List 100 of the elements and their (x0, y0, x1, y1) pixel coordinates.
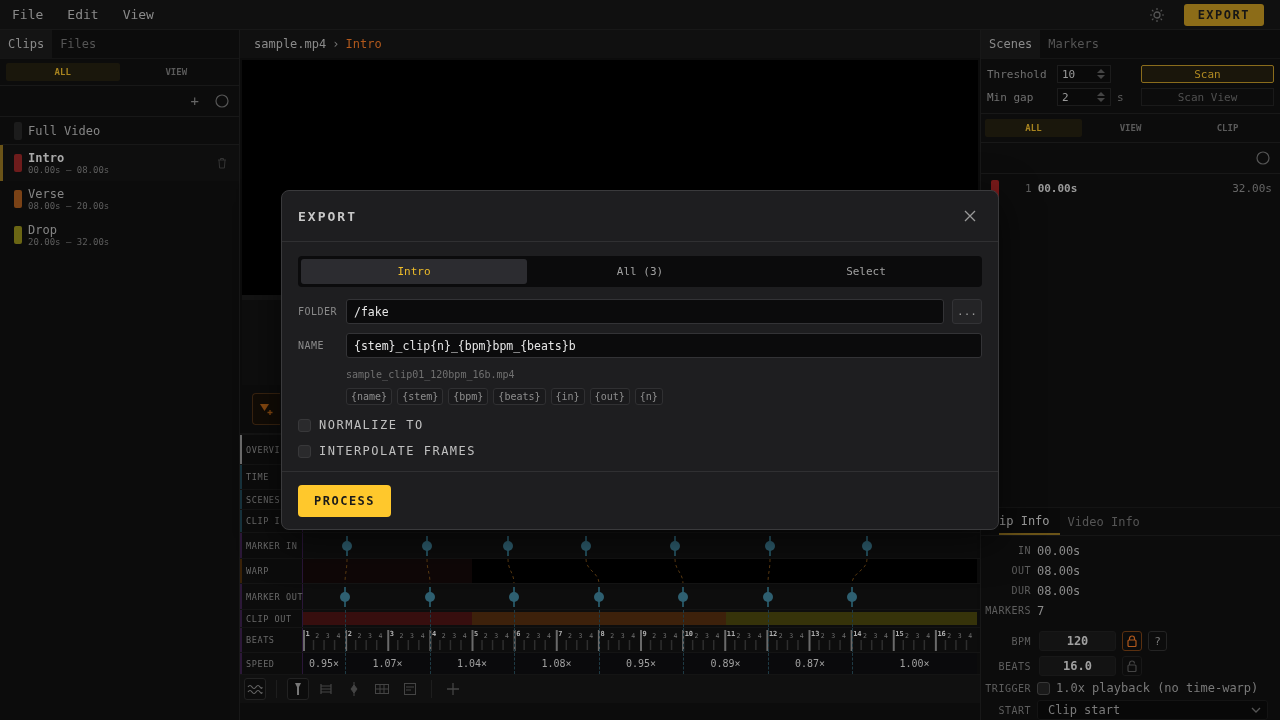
token-chip[interactable]: {in} (550, 388, 585, 405)
field-label: DUR (1010, 585, 1031, 596)
breadcrumb-current: Intro (345, 37, 382, 51)
marker-handle[interactable] (670, 535, 680, 557)
field-value: 08.00s (1037, 563, 1081, 578)
folder-field[interactable]: /fake (346, 299, 944, 324)
marker-handle[interactable] (862, 535, 872, 557)
marker-handle[interactable] (678, 586, 688, 608)
warp-line (507, 559, 515, 583)
checkbox[interactable] (298, 444, 311, 458)
clip-name: Full Video (28, 124, 102, 138)
brightness-icon[interactable] (1149, 7, 1164, 22)
marker-handle[interactable] (340, 586, 350, 608)
number-field[interactable]: 10 (1057, 65, 1111, 83)
checkbox[interactable] (1037, 681, 1050, 695)
token-chip[interactable]: {beats} (493, 388, 546, 405)
marker-handle[interactable] (847, 586, 857, 608)
filter-tab[interactable]: ALL (6, 63, 120, 81)
token-chip[interactable]: {stem} (397, 388, 444, 405)
checkbox[interactable] (298, 418, 311, 432)
lock-button[interactable] (1122, 656, 1142, 676)
field-label: MARKERS (984, 605, 1031, 616)
spinner-icon[interactable] (1096, 68, 1106, 80)
clip-range: 08.00s – 20.00s (28, 201, 111, 211)
token-chip[interactable]: {name} (346, 388, 393, 405)
grid-icon (375, 684, 389, 694)
warp-line (344, 559, 348, 583)
panel-tab[interactable]: Clips (0, 30, 53, 58)
field-label: Min gap (987, 90, 1035, 104)
panel-tab[interactable]: Scenes (981, 30, 1041, 58)
pin-tool-button[interactable] (287, 678, 309, 700)
clip-item[interactable]: Verse 08.00s – 20.00s (0, 181, 239, 217)
marker-handle[interactable] (503, 535, 513, 557)
filter-tab[interactable]: ALL (985, 119, 1082, 137)
name-field[interactable]: {stem}_clip{n}_{bpm}bpm_{beats}b (346, 333, 982, 358)
export-button[interactable]: EXPORT (1183, 3, 1264, 26)
export-scope-tab[interactable]: Intro (301, 259, 527, 284)
field-label: BEATS (997, 660, 1031, 672)
bracket-icon (320, 683, 332, 695)
export-scope-tab[interactable]: All (3) (527, 259, 753, 284)
clip-range: 00.00s – 08.00s (28, 165, 111, 175)
scene-index: 1 (1025, 181, 1032, 195)
warp-line (426, 559, 431, 583)
marker-handle[interactable] (765, 535, 775, 557)
lock-button[interactable] (1122, 631, 1142, 651)
filter-tab[interactable]: VIEW (1082, 119, 1179, 137)
breadcrumb-separator: › (332, 37, 340, 51)
token-chip[interactable]: {out} (589, 388, 630, 405)
marker-handle[interactable] (581, 535, 591, 557)
breadcrumb-link[interactable]: sample.mp4 (254, 37, 327, 51)
number-field[interactable]: 16.0 (1039, 656, 1116, 676)
filter-tab[interactable]: CLIP (1179, 119, 1276, 137)
number-field[interactable]: 2 (1057, 88, 1111, 106)
track-label: BEATS (240, 628, 303, 652)
add-marker-button[interactable] (252, 393, 280, 425)
help-button[interactable]: ? (1148, 631, 1167, 651)
spinner-icon[interactable] (1096, 91, 1106, 103)
field-label: TRIGGER (984, 682, 1031, 694)
close-icon[interactable] (964, 210, 976, 222)
menu-item[interactable]: View (122, 7, 154, 22)
number-field[interactable]: 120 (1039, 631, 1116, 651)
start-select[interactable]: Clip start (1037, 700, 1268, 720)
clip-name: Verse (28, 187, 66, 201)
unit-label: s (1116, 90, 1125, 104)
circle-icon[interactable] (1256, 151, 1270, 165)
scan-button[interactable]: Scan (1141, 65, 1274, 83)
token-chip[interactable]: {n} (634, 388, 663, 405)
clip-item[interactable]: Drop 20.00s – 32.00s (0, 217, 239, 253)
field-label: Threshold (987, 67, 1048, 81)
field-value: 7 (1037, 603, 1045, 618)
filename-preview: sample_clip01_120bpm_16b.mp4 (346, 369, 516, 380)
warp-line (674, 559, 684, 583)
marker-handle[interactable] (425, 586, 435, 608)
token-chip[interactable]: {bpm} (448, 388, 489, 405)
marker-handle[interactable] (763, 586, 773, 608)
scene-start: 00.00s (1037, 181, 1078, 195)
menu-item[interactable]: File (12, 7, 44, 22)
field-label: IN (1016, 545, 1031, 556)
trash-icon[interactable] (217, 157, 227, 169)
browse-button[interactable]: ... (952, 299, 982, 324)
pin-icon (293, 682, 303, 696)
menu-item[interactable]: Edit (67, 7, 99, 22)
clip-name: Drop (28, 223, 58, 237)
marker-handle[interactable] (594, 586, 604, 608)
field-value: 08.00s (1037, 583, 1081, 598)
warp-line (585, 559, 600, 583)
circle-icon[interactable] (215, 94, 229, 108)
lock-icon (1127, 660, 1137, 672)
filter-tab[interactable]: VIEW (119, 63, 233, 81)
marker-handle[interactable] (422, 535, 432, 557)
add-button[interactable]: + (190, 93, 199, 109)
field-label: NAME (298, 340, 326, 351)
export-scope-tab[interactable]: Select (753, 259, 979, 284)
warp-line (767, 559, 771, 583)
plus-icon (447, 683, 459, 695)
waveform-button[interactable] (244, 678, 266, 700)
marker-handle[interactable] (509, 586, 519, 608)
chevron-down-icon (1251, 707, 1261, 713)
process-button[interactable]: PROCESS (298, 484, 392, 517)
marker-handle[interactable] (342, 535, 352, 557)
